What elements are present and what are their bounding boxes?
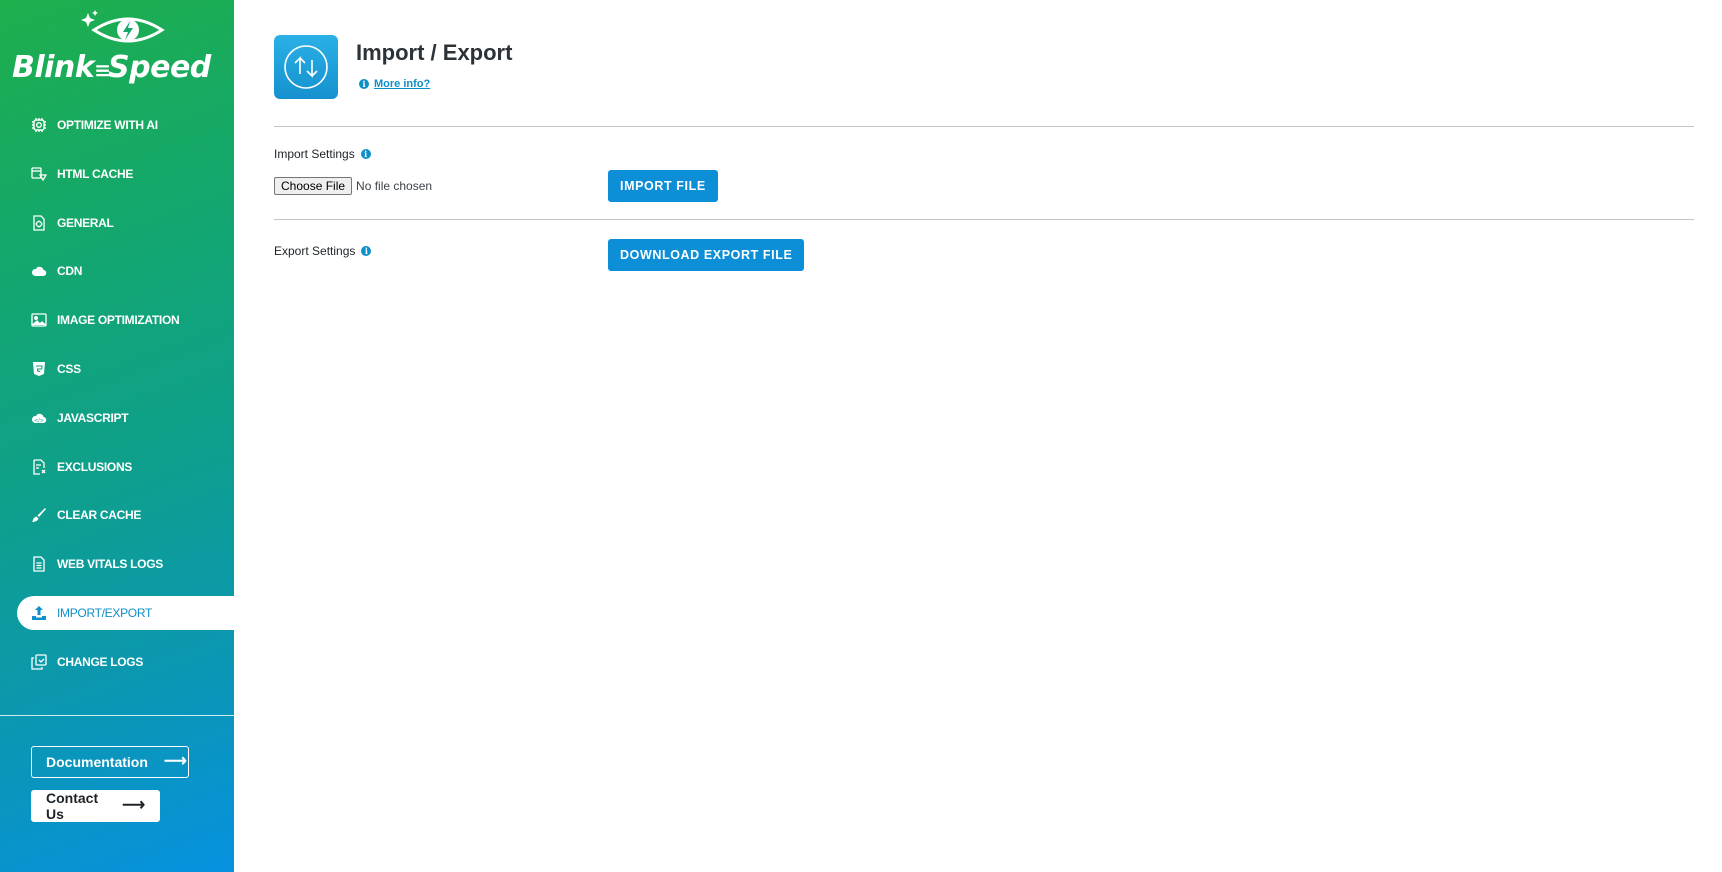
sidebar-item-label: OPTIMIZE WITH AI <box>57 118 158 132</box>
import-settings-label: Import Settings i <box>274 147 371 161</box>
brand-logo[interactable]: Blink≡Speed <box>12 10 224 90</box>
eye-bolt-icon <box>81 10 165 43</box>
file-input: Choose File No file chosen <box>274 177 432 195</box>
arrow-right-icon: ⟶ <box>122 797 145 814</box>
speed-lines: ≡ <box>94 58 111 82</box>
log-file-icon <box>30 555 48 573</box>
page-title: Import / Export <box>356 40 513 65</box>
sidebar-item-html-cache[interactable]: HTML CACHE <box>0 157 234 191</box>
more-info-link[interactable]: More info? <box>374 78 430 90</box>
section-divider <box>274 219 1694 220</box>
import-file-button[interactable]: IMPORT FILE <box>608 170 718 202</box>
documentation-button[interactable]: Documentation ⟶ <box>31 746 189 778</box>
sidebar-item-label: EXCLUSIONS <box>57 459 133 474</box>
sidebar-nav: OPTIMIZE WITH AI HTML CACHE GENERAL CDN <box>0 108 234 694</box>
sidebar-item-label: CHANGE LOGS <box>57 654 144 669</box>
more-info: i More info? <box>359 78 430 90</box>
sidebar-item-import-export[interactable]: IMPORT/EXPORT <box>17 595 234 630</box>
choose-file-button[interactable]: Choose File <box>274 177 353 195</box>
export-settings-text: Export Settings <box>274 244 356 258</box>
sidebar-item-css[interactable]: CSS <box>0 352 234 386</box>
sidebar-item-optimize-with-ai[interactable]: OPTIMIZE WITH AI <box>0 108 234 142</box>
sidebar-item-label: CSS <box>57 361 81 376</box>
sidebar-item-clear-cache[interactable]: CLEAR CACHE <box>0 498 234 532</box>
sidebar-item-image-optimization[interactable]: IMAGE OPTIMIZATION <box>0 303 234 337</box>
info-icon[interactable]: i <box>360 149 371 159</box>
sidebar-item-label: IMPORT/EXPORT <box>57 605 153 620</box>
sidebar-item-label: GENERAL <box>57 215 114 230</box>
brand-name-part2: Speed <box>108 50 211 85</box>
svg-text:</>: </> <box>34 418 44 424</box>
contact-us-label: Contact Us <box>46 790 99 822</box>
cloud-icon <box>30 262 48 280</box>
sidebar-item-label: WEB VITALS LOGS <box>57 557 163 572</box>
sidebar-item-label: CDN <box>57 264 83 279</box>
sidebar-item-cdn[interactable]: CDN <box>0 254 234 288</box>
info-icon[interactable]: i <box>361 246 372 256</box>
contact-us-button[interactable]: Contact Us ⟶ <box>31 790 160 822</box>
settings-doc-icon <box>30 214 48 232</box>
file-status: No file chosen <box>356 179 433 193</box>
export-settings-label: Export Settings i <box>274 244 372 258</box>
sidebar-item-general[interactable]: GENERAL <box>0 206 234 240</box>
download-export-file-button[interactable]: DOWNLOAD EXPORT FILE <box>608 239 805 271</box>
chip-icon <box>30 116 48 134</box>
sidebar-item-exclusions[interactable]: EXCLUSIONS <box>0 450 234 484</box>
exclusions-icon <box>30 458 48 476</box>
brand-wordmark: Blink≡Speed <box>12 50 211 85</box>
app-layout: Blink≡Speed OPTIMIZE WITH AI HTML CACHE <box>0 0 1722 872</box>
js-icon: </> <box>30 409 48 427</box>
upload-icon <box>30 604 48 622</box>
arrow-right-icon: ⟶ <box>163 753 187 770</box>
import-settings-text: Import Settings <box>274 147 355 161</box>
sidebar-item-label: JAVASCRIPT <box>57 410 129 425</box>
sidebar-item-label: IMAGE OPTIMIZATION <box>57 313 180 328</box>
documentation-label: Documentation <box>46 754 148 770</box>
main-content: Import / Export i More info? Import Sett… <box>274 0 1694 872</box>
import-export-page-icon <box>274 35 338 99</box>
info-icon: i <box>359 79 369 89</box>
css-icon <box>30 360 48 378</box>
image-icon <box>30 311 48 329</box>
sidebar: Blink≡Speed OPTIMIZE WITH AI HTML CACHE <box>0 0 234 872</box>
sidebar-item-web-vitals-logs[interactable]: WEB VITALS LOGS <box>0 547 234 581</box>
sidebar-item-change-logs[interactable]: CHANGE LOGS <box>0 645 234 679</box>
sidebar-divider <box>0 715 234 716</box>
brush-icon <box>30 506 48 524</box>
sidebar-item-label: CLEAR CACHE <box>57 508 142 523</box>
section-divider <box>274 126 1694 127</box>
copy-icon <box>30 653 48 671</box>
cache-icon <box>30 165 48 183</box>
sidebar-item-label: HTML CACHE <box>57 166 134 181</box>
brand-name-part1: Blink <box>12 50 95 85</box>
sidebar-item-javascript[interactable]: </> JAVASCRIPT <box>0 401 234 435</box>
